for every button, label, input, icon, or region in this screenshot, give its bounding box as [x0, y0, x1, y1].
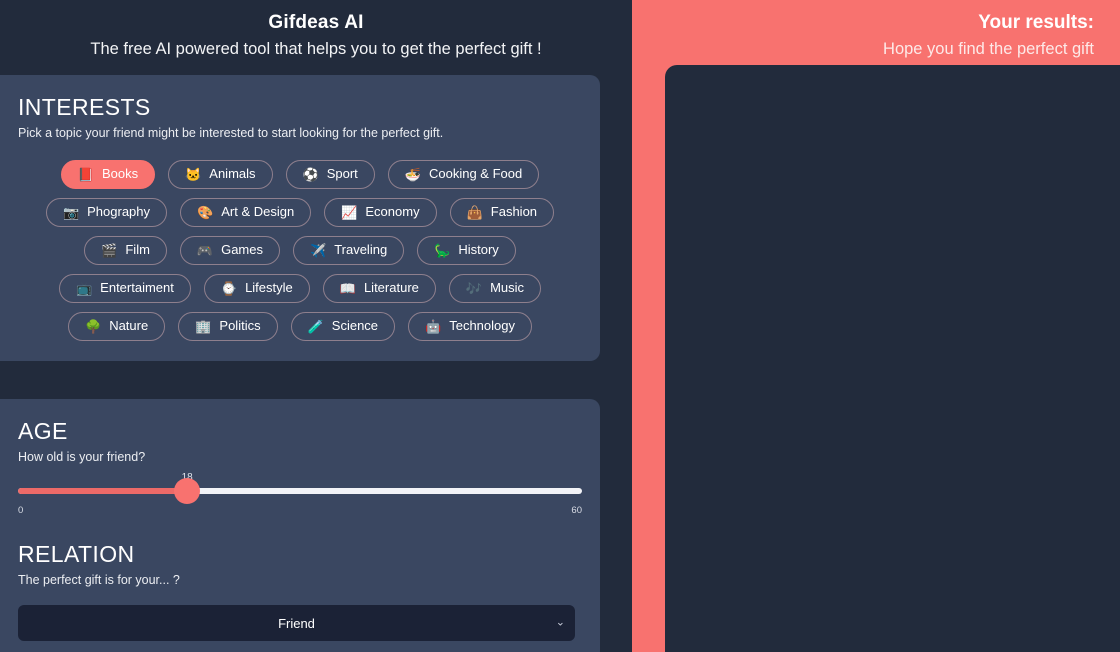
interest-chip-label: Film [125, 242, 150, 257]
interest-chip-entertaiment[interactable]: 📺 Entertaiment [58, 274, 191, 303]
interest-chip-label: Literature [363, 280, 419, 295]
interest-chip-phography[interactable]: 📷 Phography [45, 198, 168, 227]
interest-chip-literature[interactable]: 📖 Literature [322, 274, 436, 303]
interest-chip-traveling[interactable]: ✈️ Traveling [293, 236, 405, 265]
interest-chip-label: Nature [109, 318, 149, 333]
age-subtitle: How old is your friend? [18, 450, 146, 464]
dinosaur-icon: 🦕 [434, 242, 451, 258]
interest-chip-label: Phography [87, 204, 151, 219]
interest-chip-label: Lifestyle [245, 280, 293, 295]
interest-chip-label: Economy [365, 204, 420, 219]
interest-chip-label: Games [221, 242, 263, 257]
interest-chip-cooking-food[interactable]: 🍜 Cooking & Food [387, 160, 540, 189]
interest-chip-technology[interactable]: 🤖 Technology [408, 312, 532, 341]
handbag-icon: 👜 [466, 204, 483, 220]
interest-chip-science[interactable]: 🧪 Science [290, 312, 396, 341]
test-tube-icon: 🧪 [307, 318, 324, 334]
app-header: Gifdeas AI The free AI powered tool that… [0, 0, 632, 75]
relation-select-value: Friend [278, 615, 315, 631]
interest-chip-label: Traveling [334, 242, 388, 257]
relation-select[interactable]: Friend ⌄ [18, 605, 575, 641]
music-notes-icon: 🎶 [465, 280, 483, 296]
interest-chip-fashion[interactable]: 👜 Fashion [449, 198, 555, 227]
interest-chip-politics[interactable]: 🏢 Politics [178, 312, 278, 341]
age-slider-endpoints: 0 60 [18, 505, 582, 516]
office-icon: 🏢 [195, 318, 212, 334]
palette-icon: 🎨 [197, 204, 214, 220]
interest-chip-label: Fashion [490, 204, 538, 219]
interest-chip-animals[interactable]: 🐱 Animals [168, 160, 273, 189]
interest-chip-art-design[interactable]: 🎨 Art & Design [180, 198, 312, 227]
interest-chip-sport[interactable]: ⚽ Sport [285, 160, 375, 189]
interest-chip-label: Cooking & Food [428, 166, 523, 181]
age-title: AGE [18, 418, 68, 444]
noodles-icon: 🍜 [404, 166, 421, 182]
interest-chip-games[interactable]: 🎮 Games [179, 236, 280, 265]
interest-chip-label: Animals [209, 166, 256, 181]
interest-chip-label: Politics [219, 318, 261, 333]
interest-chip-nature[interactable]: 🌳 Nature [68, 312, 166, 341]
age-slider-min-label: 0 [18, 505, 24, 516]
age-slider[interactable]: 18 0 60 [18, 472, 582, 522]
results-subtitle: Hope you find the perfect gift [883, 40, 1094, 58]
app-root: Gifdeas AI The free AI powered tool that… [0, 0, 1120, 652]
age-slider-thumb[interactable] [174, 478, 201, 504]
interest-chip-label: History [458, 242, 499, 257]
clapperboard-icon: 🎬 [101, 242, 118, 258]
interest-chip-label: Art & Design [221, 204, 295, 219]
age-slider-track[interactable] [18, 478, 582, 504]
relation-title: RELATION [18, 541, 135, 567]
age-slider-fill [18, 488, 188, 494]
interest-chip-list: 📕 Books 🐱 Animals ⚽ Sport 🍜 Cooking & Food 📷 Phog… [18, 160, 582, 341]
gamepad-icon: 🎮 [196, 242, 214, 258]
interests-title: INTERESTS [18, 94, 151, 120]
interest-chip-label: Entertaiment [100, 280, 174, 295]
results-panel [665, 65, 1120, 652]
age-relation-card: AGE How old is your friend? 18 0 60 RELA… [0, 399, 600, 652]
open-book-icon: 📖 [339, 280, 356, 296]
interest-chip-books[interactable]: 📕 Books [60, 160, 156, 189]
chevron-down-icon: ⌄ [555, 616, 565, 629]
relation-select-wrap: Friend ⌄ [18, 605, 582, 641]
interest-chip-history[interactable]: 🦕 History [417, 236, 516, 265]
interest-chip-economy[interactable]: 📈 Economy [324, 198, 437, 227]
interest-chip-label: Science [331, 318, 379, 333]
results-header: Your results: Hope you find the perfect … [632, 0, 1120, 61]
book-icon: 📕 [77, 166, 94, 182]
television-icon: 📺 [75, 280, 93, 296]
cat-icon: 🐱 [185, 166, 202, 182]
interest-chip-lifestyle[interactable]: ⌚ Lifestyle [203, 274, 310, 303]
tree-icon: 🌳 [85, 318, 102, 334]
watch-icon: ⌚ [220, 280, 238, 296]
interest-chip-film[interactable]: 🎬 Film [84, 236, 167, 265]
interest-chip-label: Technology [449, 318, 515, 333]
interest-chip-label: Sport [326, 166, 358, 181]
chart-up-icon: 📈 [341, 204, 358, 220]
interest-chip-label: Music [490, 280, 525, 295]
airplane-icon: ✈️ [310, 242, 327, 258]
interests-card: INTERESTS Pick a topic your friend might… [0, 75, 600, 361]
camera-icon: 📷 [62, 204, 80, 220]
relation-subtitle: The perfect gift is for your... ? [18, 573, 180, 587]
app-title: Gifdeas AI [268, 12, 364, 33]
soccer-ball-icon: ⚽ [302, 166, 319, 182]
interest-chip-label: Books [101, 166, 139, 181]
results-title: Your results: [978, 12, 1094, 33]
robot-icon: 🤖 [425, 318, 442, 334]
interest-chip-music[interactable]: 🎶 Music [448, 274, 542, 303]
app-subtitle: The free AI powered tool that helps you … [90, 40, 542, 58]
results-column: Your results: Hope you find the perfect … [632, 0, 1120, 652]
interests-subtitle: Pick a topic your friend might be intere… [18, 126, 444, 140]
age-slider-max-label: 60 [571, 505, 582, 516]
form-column: Gifdeas AI The free AI powered tool that… [0, 0, 632, 652]
relation-section: RELATION The perfect gift is for your...… [18, 540, 582, 641]
